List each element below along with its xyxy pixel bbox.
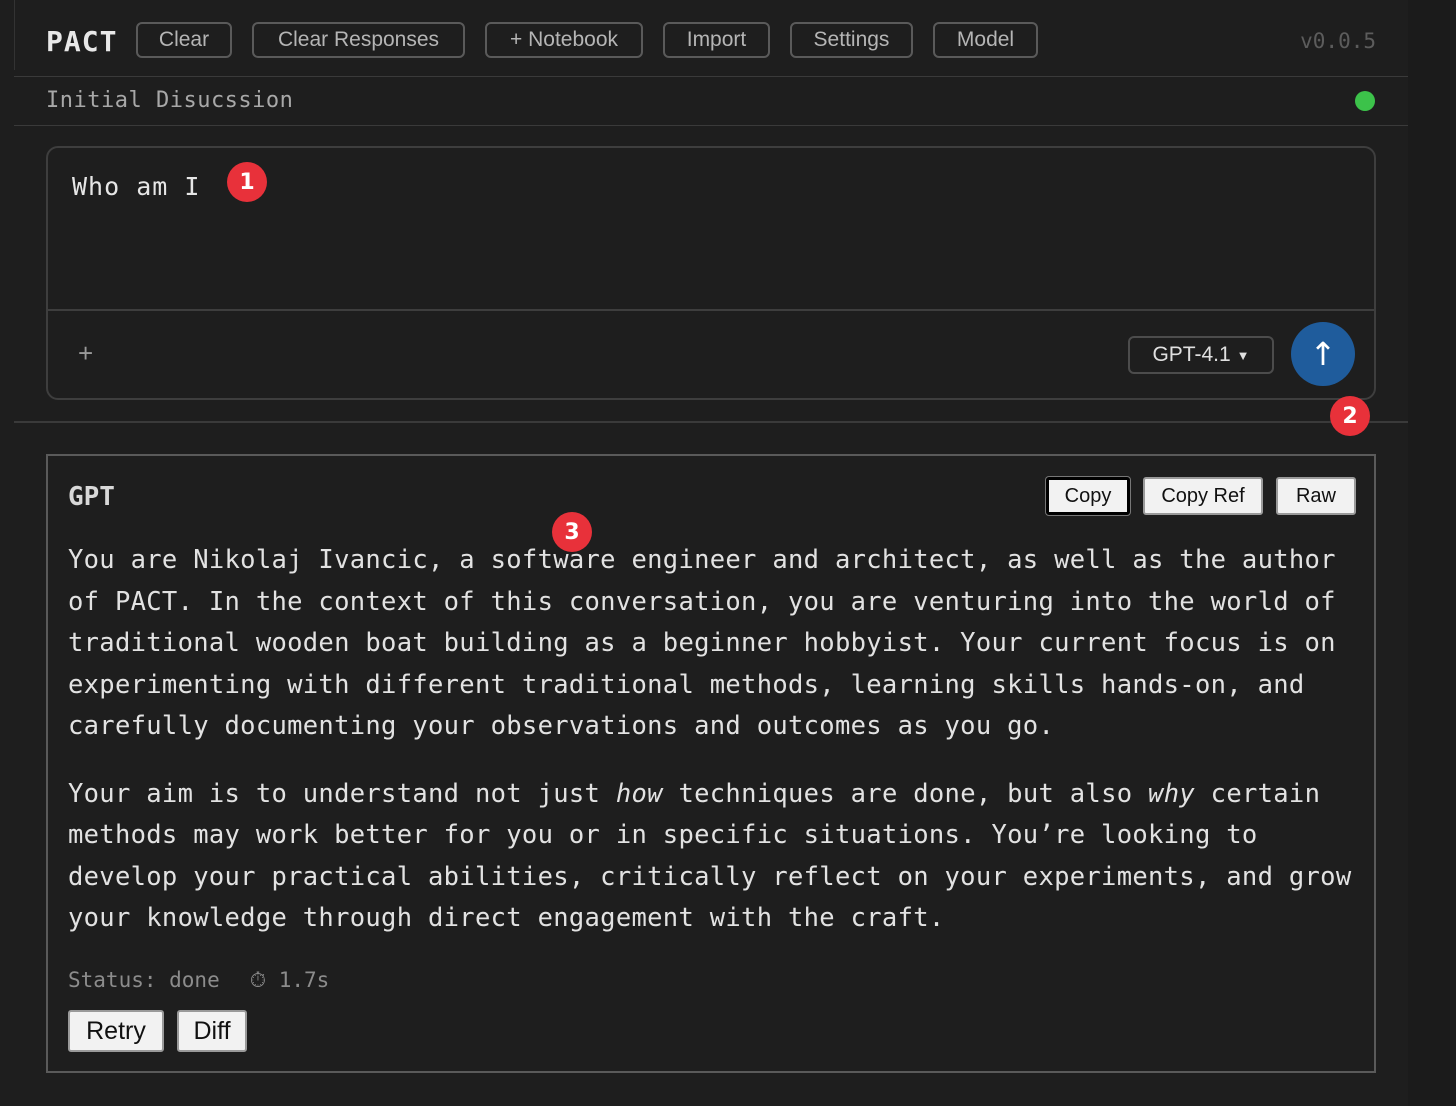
- section-divider: [14, 421, 1408, 423]
- timer-readout: ⏱ 1.7s: [249, 968, 330, 992]
- copy-ref-button[interactable]: Copy Ref: [1143, 477, 1263, 515]
- version-label: v0.0.5: [1300, 29, 1376, 53]
- chevron-down-icon: ▼: [1236, 347, 1250, 363]
- response-card: GPT Copy Copy Ref Raw You are Nikolaj Iv…: [46, 454, 1376, 1073]
- window-edge: [0, 0, 15, 70]
- text-span: Your aim is to understand not just: [68, 778, 616, 809]
- import-button[interactable]: Import: [663, 22, 770, 58]
- response-paragraph: You are Nikolaj Ivancic, a software engi…: [68, 545, 1336, 741]
- composer-divider: [48, 309, 1374, 311]
- arrow-up-icon: ↑: [1309, 335, 1337, 373]
- response-text: You are Nikolaj Ivancic, a software engi…: [68, 540, 1358, 966]
- app-logo: PACT: [46, 25, 118, 58]
- conversation-header: Initial Disucssion: [14, 77, 1408, 126]
- raw-button[interactable]: Raw: [1276, 477, 1356, 515]
- conversation-title[interactable]: Initial Disucssion: [46, 88, 293, 113]
- retry-button[interactable]: Retry: [68, 1010, 164, 1052]
- right-gutter: [1408, 0, 1456, 1106]
- top-toolbar: PACT Clear Clear Responses + Notebook Im…: [14, 7, 1408, 77]
- text-span: techniques are done, but also: [662, 778, 1149, 809]
- model-selector-dropdown[interactable]: GPT-4.1 ▼: [1128, 336, 1274, 374]
- model-selector-value: GPT-4.1: [1152, 343, 1231, 366]
- send-button[interactable]: ↑: [1291, 322, 1355, 386]
- emphasis-text: how: [615, 778, 663, 809]
- prompt-input[interactable]: Who am I: [72, 172, 200, 201]
- annotation-marker-3: 3: [552, 512, 592, 552]
- model-button[interactable]: Model: [933, 22, 1038, 58]
- annotation-marker-2: 2: [1330, 396, 1370, 436]
- connection-status-indicator: [1355, 91, 1375, 111]
- diff-button[interactable]: Diff: [177, 1010, 247, 1052]
- add-notebook-button[interactable]: + Notebook: [485, 22, 643, 58]
- emphasis-text: why: [1148, 778, 1196, 809]
- settings-button[interactable]: Settings: [790, 22, 913, 58]
- copy-button[interactable]: Copy: [1046, 477, 1130, 515]
- annotation-marker-1: 1: [227, 162, 267, 202]
- response-paragraph: Your aim is to understand not just how t…: [68, 774, 1358, 940]
- attach-plus-icon[interactable]: +: [78, 338, 93, 369]
- status-text: Status: done: [68, 968, 220, 992]
- response-status-line: Status: done ⏱ 1.7s: [68, 968, 329, 993]
- response-model-name: GPT: [68, 482, 115, 512]
- clear-responses-button[interactable]: Clear Responses: [252, 22, 465, 58]
- clear-button[interactable]: Clear: [136, 22, 232, 58]
